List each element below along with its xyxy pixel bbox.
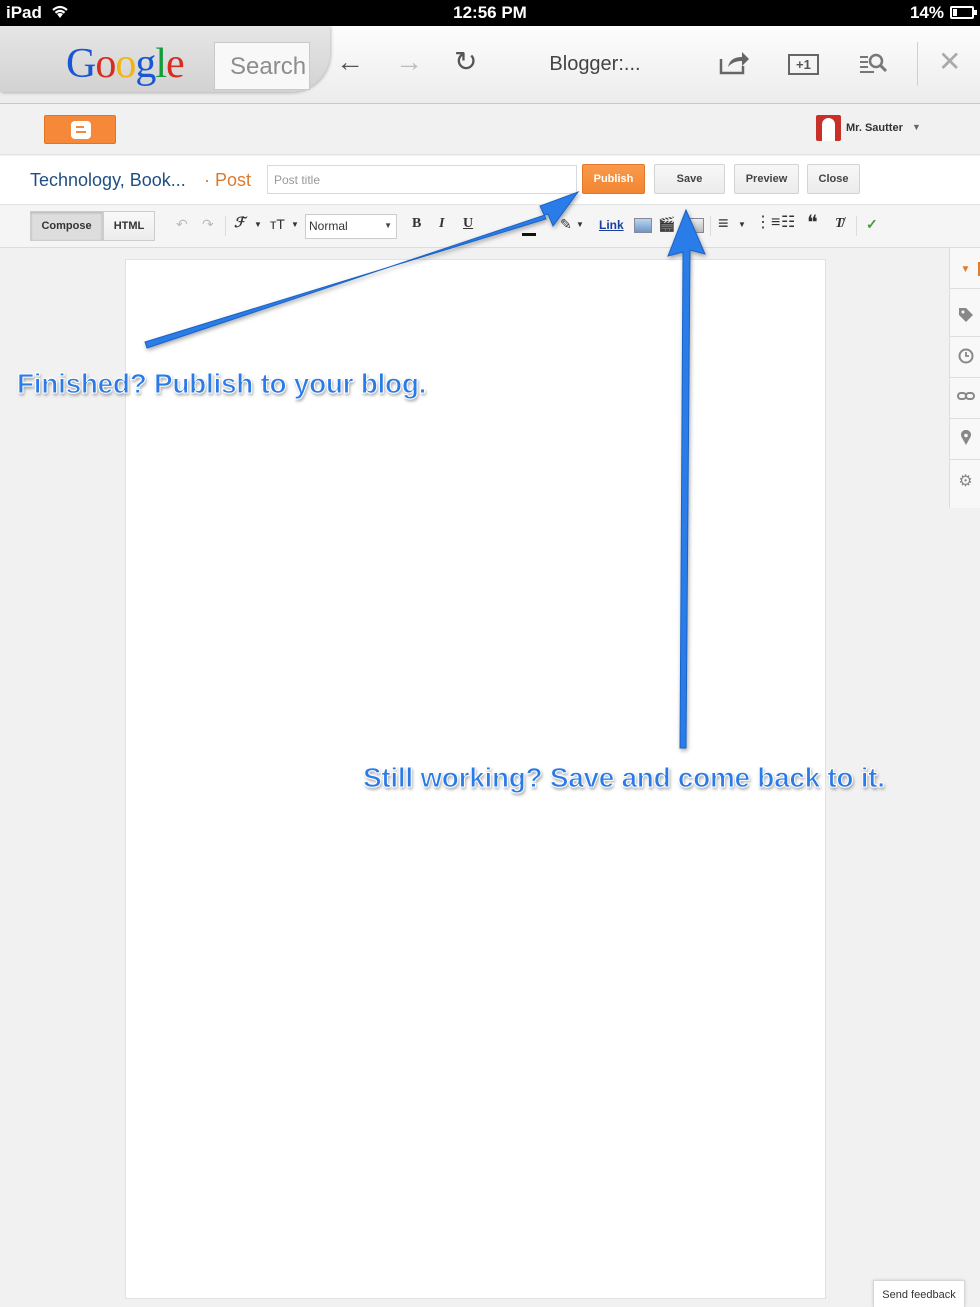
quote-icon[interactable]: ❝ [807,213,818,233]
clear-formatting-icon[interactable]: T̸ [835,217,844,231]
html-mode-button[interactable]: HTML [103,211,155,241]
font-size-icon[interactable]: тT [270,217,285,231]
blogger-logo-icon[interactable] [44,115,116,144]
toolbar-divider [917,42,918,86]
insert-video-icon[interactable]: 🎬 [658,217,675,231]
chevron-down-icon[interactable]: ▼ [254,221,262,229]
plus-one-icon[interactable]: +1 [788,54,819,75]
bullet-list-icon[interactable]: ☷ [781,215,795,231]
toolbar-separator [710,216,711,236]
forward-icon[interactable]: → [395,48,423,76]
italic-icon[interactable]: I [439,217,444,231]
chevron-down-icon[interactable]: ▼ [576,221,584,229]
font-family-icon[interactable]: ℱ [234,217,245,231]
formatting-toolbar: Compose HTML ↶ ↷ ℱ ▼ тT ▼ Normal ▼ B I U… [0,206,980,248]
preview-button[interactable]: Preview [734,164,799,194]
location-pin-icon[interactable] [950,419,980,460]
google-logo: Google [66,41,185,87]
format-select[interactable]: Normal ▼ [305,214,397,239]
toolbar-separator [856,216,857,236]
toolbar-separator [225,216,226,236]
labels-tag-icon[interactable] [950,296,980,337]
avatar[interactable] [816,115,841,141]
chevron-down-icon[interactable]: ▼ [738,221,746,229]
highlight-color-icon[interactable]: ✎ [560,217,572,231]
chevron-down-icon: ▼ [384,221,392,230]
format-select-value: Normal [309,219,348,233]
battery-percent: 14% [909,3,944,22]
blog-name-link[interactable]: Technology, Book... [30,170,186,191]
redo-icon[interactable]: ↷ [202,217,214,231]
compose-mode-button[interactable]: Compose [30,211,103,241]
bold-icon[interactable]: B [412,217,421,231]
insert-link-button[interactable]: Link [599,219,624,231]
find-in-page-icon[interactable] [859,52,889,81]
collapse-panel-icon[interactable]: ▼ [950,248,980,289]
save-annotation: Still working? Save and come back to it. [363,762,886,794]
underline-icon[interactable]: U [463,217,473,231]
user-name[interactable]: Mr. Sautter [846,122,903,134]
reload-icon[interactable]: ↻ [454,48,477,76]
send-feedback-button[interactable]: Send feedback [873,1280,965,1307]
google-search-tab[interactable]: Google Search [0,26,330,92]
spellcheck-icon[interactable]: ✓ [866,217,878,231]
share-icon[interactable] [718,50,750,81]
page-title[interactable]: Blogger:... [540,53,650,76]
close-button[interactable]: Close [807,164,860,194]
save-button[interactable]: Save [654,164,725,194]
chevron-down-icon[interactable]: ▼ [291,221,299,229]
undo-icon[interactable]: ↶ [176,217,188,231]
insert-jump-break-icon[interactable] [686,218,704,233]
numbered-list-icon[interactable]: ⋮≡ [755,215,780,231]
align-icon[interactable]: ≡ [718,214,729,232]
browser-toolbar: Google Search ← → ↻ Blogger:... +1 ✕ [0,26,980,104]
text-color-icon[interactable] [522,233,536,236]
publish-button[interactable]: Publish [582,164,645,194]
battery-icon [950,6,977,19]
publish-annotation: Finished? Publish to your blog. [16,368,427,400]
ios-status-bar: iPad 12:56 PM 14% [0,0,980,26]
post-title-input[interactable] [267,165,577,194]
back-icon[interactable]: ← [336,48,364,76]
chevron-down-icon[interactable]: ▼ [912,122,921,132]
clock: 12:56 PM [453,3,527,22]
permalink-chain-icon[interactable] [950,378,980,419]
schedule-clock-icon[interactable] [950,337,980,378]
blogger-header: Mr. Sautter ▼ [0,105,980,155]
post-bar: Technology, Book... · Post Publish Save … [0,156,980,205]
gear-icon[interactable]: ⚙ [950,460,980,501]
close-tab-icon[interactable]: ✕ [938,48,961,76]
post-label: · Post [204,170,252,190]
insert-image-icon[interactable] [634,218,652,233]
search-input[interactable]: Search [214,42,310,90]
post-settings-panel: ▼ ⚙ [949,248,980,508]
